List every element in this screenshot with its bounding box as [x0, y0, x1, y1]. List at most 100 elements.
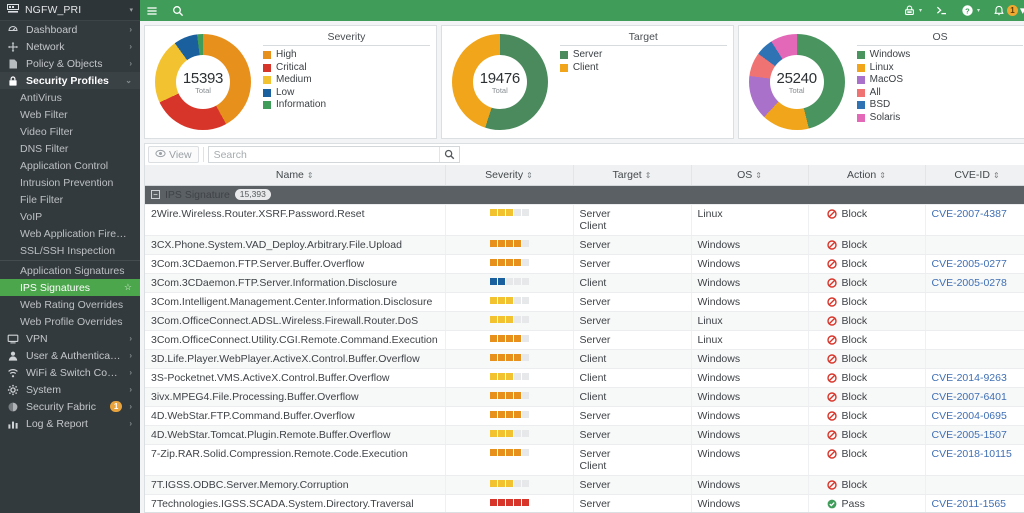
- column-header-target[interactable]: Target ⇕: [573, 165, 692, 186]
- minus-icon[interactable]: −: [151, 190, 160, 199]
- group-header-row[interactable]: − IPS Signature 15,393: [145, 185, 1024, 205]
- legend-item[interactable]: All: [856, 87, 1024, 100]
- cve-link[interactable]: CVE-2005-0278: [932, 277, 1023, 289]
- cve-link[interactable]: CVE-2005-0277: [932, 258, 1023, 270]
- sidebar-label: WiFi & Switch Controller: [26, 366, 122, 379]
- column-header-cve-id[interactable]: CVE-ID ⇕: [925, 165, 1024, 186]
- sidebar-group-network[interactable]: Network ›: [0, 38, 140, 55]
- cve-link[interactable]: CVE-2005-1507: [932, 429, 1023, 441]
- cve-link[interactable]: CVE-2007-4387: [932, 208, 1023, 220]
- table-row[interactable]: 2Wire.Wireless.Router.XSRF.Password.Rese…: [145, 204, 1024, 236]
- chevron-down-icon[interactable]: ▾: [1020, 4, 1024, 17]
- table-row[interactable]: 7-Zip.RAR.Solid.Compression.Remote.Code.…: [145, 444, 1024, 476]
- lock-icon[interactable]: ▾: [903, 4, 922, 17]
- chevron-down-icon[interactable]: ▾: [977, 7, 980, 14]
- sidebar-item-file-filter[interactable]: File Filter: [0, 191, 140, 208]
- help-icon[interactable]: ? ▾: [961, 4, 980, 17]
- legend-item[interactable]: High: [263, 49, 430, 62]
- table-row[interactable]: 3Com.Intelligent.Management.Center.Infor…: [145, 292, 1024, 312]
- legend-item[interactable]: Solaris: [856, 112, 1024, 125]
- sidebar-item-dns-filter[interactable]: DNS Filter: [0, 140, 140, 157]
- sidebar-item-web-profile-overrides[interactable]: Web Profile Overrides: [0, 313, 140, 330]
- view-button[interactable]: View: [148, 146, 199, 163]
- search-submit-icon[interactable]: [438, 147, 459, 162]
- sidebar-item-web-filter[interactable]: Web Filter: [0, 106, 140, 123]
- sidebar-item-voip[interactable]: VoIP: [0, 208, 140, 225]
- legend-item[interactable]: Critical: [263, 62, 430, 75]
- sidebar-group-system[interactable]: System ›: [0, 381, 140, 398]
- notification-bell-icon[interactable]: 1 ▾: [993, 4, 1024, 17]
- sidebar-item-antivirus[interactable]: AntiVirus: [0, 89, 140, 106]
- sidebar-group-wifi-switch-controller[interactable]: WiFi & Switch Controller ›: [0, 364, 140, 381]
- cve-link[interactable]: CVE-2004-0695: [932, 410, 1023, 422]
- hamburger-icon[interactable]: [146, 5, 158, 17]
- table-row[interactable]: 3Com.OfficeConnect.ADSL.Wireless.Firewal…: [145, 311, 1024, 331]
- legend-item[interactable]: MacOS: [856, 74, 1024, 87]
- sidebar-group-vpn[interactable]: VPN ›: [0, 330, 140, 347]
- table-row[interactable]: 4D.WebStar.FTP.Command.Buffer.Overflow Se…: [145, 406, 1024, 426]
- severity-segment: [489, 410, 497, 418]
- table-row[interactable]: 3D.Life.Player.WebPlayer.ActiveX.Control…: [145, 349, 1024, 369]
- table-row[interactable]: 4D.WebStar.Tomcat.Plugin.Remote.Buffer.O…: [145, 425, 1024, 445]
- chevron-down-icon[interactable]: ▾: [919, 7, 922, 14]
- cell-name: 3Com.3CDaemon.FTP.Server.Buffer.Overflow: [145, 254, 446, 274]
- sidebar-group-log-report[interactable]: Log & Report ›: [0, 415, 140, 432]
- favorite-star-icon[interactable]: ☆: [124, 282, 132, 293]
- cli-console-icon[interactable]: [935, 4, 948, 17]
- legend-item[interactable]: Information: [263, 99, 430, 112]
- cell-name: 7T.IGSS.ODBC.Server.Memory.Corruption: [145, 475, 446, 495]
- sidebar-item-web-rating-overrides[interactable]: Web Rating Overrides: [0, 296, 140, 313]
- chart-card-severity: 15393 Total Severity High Critical Mediu…: [144, 25, 437, 139]
- search-icon[interactable]: [172, 5, 184, 17]
- legend-item[interactable]: Client: [559, 62, 727, 75]
- cve-link[interactable]: CVE-2018-10115: [932, 448, 1023, 460]
- sidebar-item-intrusion-prevention[interactable]: Intrusion Prevention: [0, 174, 140, 191]
- target-value: Server: [579, 333, 611, 346]
- toolbar-divider: [202, 147, 204, 162]
- legend-item[interactable]: Low: [263, 87, 430, 100]
- legend-item[interactable]: Windows: [856, 49, 1024, 62]
- cell-os: Windows: [691, 235, 809, 255]
- cell-action: Block: [808, 406, 926, 426]
- sidebar-item-ips-signatures[interactable]: IPS Signatures ☆: [0, 279, 140, 296]
- column-header-severity[interactable]: Severity ⇕: [445, 165, 574, 186]
- column-header-os[interactable]: OS ⇕: [691, 165, 809, 186]
- sidebar-group-security-profiles[interactable]: Security Profiles ⌄: [0, 72, 140, 89]
- table-row[interactable]: 3Com.3CDaemon.FTP.Server.Buffer.Overflow…: [145, 254, 1024, 274]
- table-row[interactable]: 7T.IGSS.ODBC.Server.Memory.Corruption Ser…: [145, 475, 1024, 495]
- cve-link[interactable]: CVE-2007-6401: [932, 391, 1023, 403]
- search-box[interactable]: [207, 146, 460, 163]
- table-row[interactable]: 3CX.Phone.System.VAD_Deploy.Arbitrary.Fi…: [145, 235, 1024, 255]
- search-input[interactable]: [208, 148, 439, 161]
- legend-item[interactable]: Server: [559, 49, 727, 62]
- cve-link[interactable]: CVE-2014-9263: [932, 372, 1023, 384]
- sidebar-item-video-filter[interactable]: Video Filter: [0, 123, 140, 140]
- sidebar-item-application-control[interactable]: Application Control: [0, 157, 140, 174]
- table-row[interactable]: 3ivx.MPEG4.File.Processing.Buffer.Overfl…: [145, 387, 1024, 407]
- chevron-down-icon[interactable]: ▾: [129, 6, 133, 14]
- target-value: Server: [579, 257, 611, 270]
- sidebar-item-ssl-ssh-inspection[interactable]: SSL/SSH Inspection: [0, 242, 140, 259]
- sidebar-group-dashboard[interactable]: Dashboard ›: [0, 21, 140, 38]
- table-row[interactable]: 7Technologies.IGSS.SCADA.System.Director…: [145, 494, 1024, 513]
- sidebar-group-policy-objects[interactable]: Policy & Objects ›: [0, 55, 140, 72]
- sidebar-item-web-application-firewall[interactable]: Web Application Firewall: [0, 225, 140, 242]
- sidebar-item-label: SSL/SSH Inspection: [20, 244, 116, 257]
- table-row[interactable]: 3Com.3CDaemon.FTP.Server.Information.Dis…: [145, 273, 1024, 293]
- device-selector[interactable]: NGFW_PRI ▾: [0, 0, 140, 21]
- sidebar-group-user-authentication[interactable]: User & Authentication ›: [0, 347, 140, 364]
- legend-item[interactable]: Medium: [263, 74, 430, 87]
- cve-link[interactable]: CVE-2011-1566: [932, 510, 1023, 513]
- severity-segment: [513, 258, 521, 266]
- cve-link[interactable]: CVE-2011-1565: [932, 498, 1023, 510]
- legend-item[interactable]: BSD: [856, 99, 1024, 112]
- target-value: Client: [579, 276, 607, 289]
- sidebar-item-application-signatures[interactable]: Application Signatures: [0, 262, 140, 279]
- table-row[interactable]: 3S-Pocketnet.VMS.ActiveX.Control.Buffer.…: [145, 368, 1024, 388]
- sidebar-group-security-fabric[interactable]: Security Fabric 1 ›: [0, 398, 140, 415]
- sidebar-item-label: Intrusion Prevention: [20, 176, 114, 189]
- table-row[interactable]: 3Com.OfficeConnect.Utility.CGI.Remote.Co…: [145, 330, 1024, 350]
- column-header-name[interactable]: Name ⇕: [145, 165, 446, 186]
- column-header-action[interactable]: Action ⇕: [808, 165, 926, 186]
- legend-item[interactable]: Linux: [856, 62, 1024, 75]
